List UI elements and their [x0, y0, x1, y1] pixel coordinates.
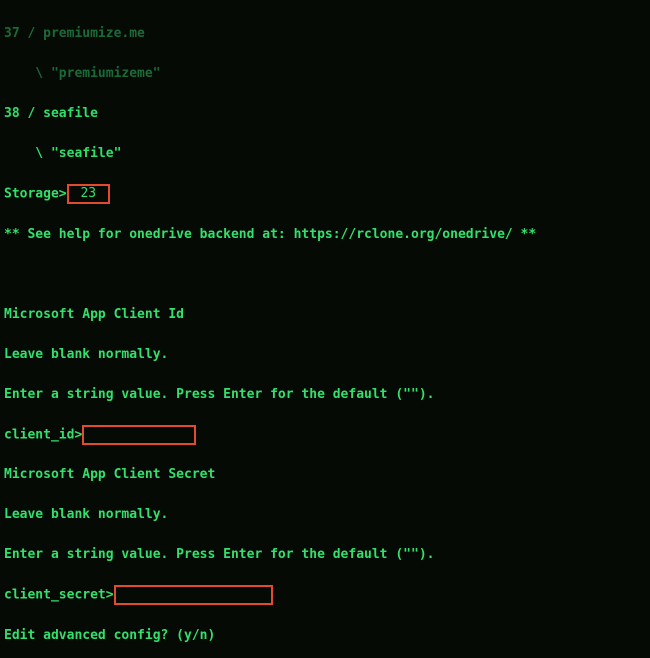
- terminal-output: 37 / premiumize.me \ "premiumizeme" 38 /…: [0, 0, 650, 658]
- help-line: ** See help for onedrive backend at: htt…: [4, 225, 646, 245]
- option-value: \ "seafile": [4, 144, 646, 164]
- storage-prompt-label: Storage>: [4, 187, 67, 202]
- field-hint: Leave blank normally.: [4, 345, 646, 365]
- field-heading: Microsoft App Client Id: [4, 305, 646, 325]
- prompt-client-id: client_id>: [4, 425, 646, 446]
- option-value: \ "premiumizeme": [4, 64, 646, 84]
- client-id-prompt-label: client_id>: [4, 427, 82, 442]
- option-line: 38 / seafile: [4, 104, 646, 124]
- field-hint: Enter a string value. Press Enter for th…: [4, 545, 646, 565]
- client-id-input[interactable]: [82, 425, 196, 445]
- storage-input[interactable]: 23: [67, 184, 110, 204]
- field-hint: Leave blank normally.: [4, 505, 646, 525]
- client-secret-input[interactable]: [114, 585, 273, 605]
- prompt-client-secret: client_secret>: [4, 585, 646, 606]
- client-secret-prompt-label: client_secret>: [4, 588, 114, 603]
- prompt-storage: Storage> 23: [4, 184, 646, 205]
- option-line: 37 / premiumize.me: [4, 24, 646, 44]
- field-hint: Enter a string value. Press Enter for th…: [4, 385, 646, 405]
- config-question: Edit advanced config? (y/n): [4, 626, 646, 646]
- field-heading: Microsoft App Client Secret: [4, 465, 646, 485]
- blank-line: [4, 265, 646, 285]
